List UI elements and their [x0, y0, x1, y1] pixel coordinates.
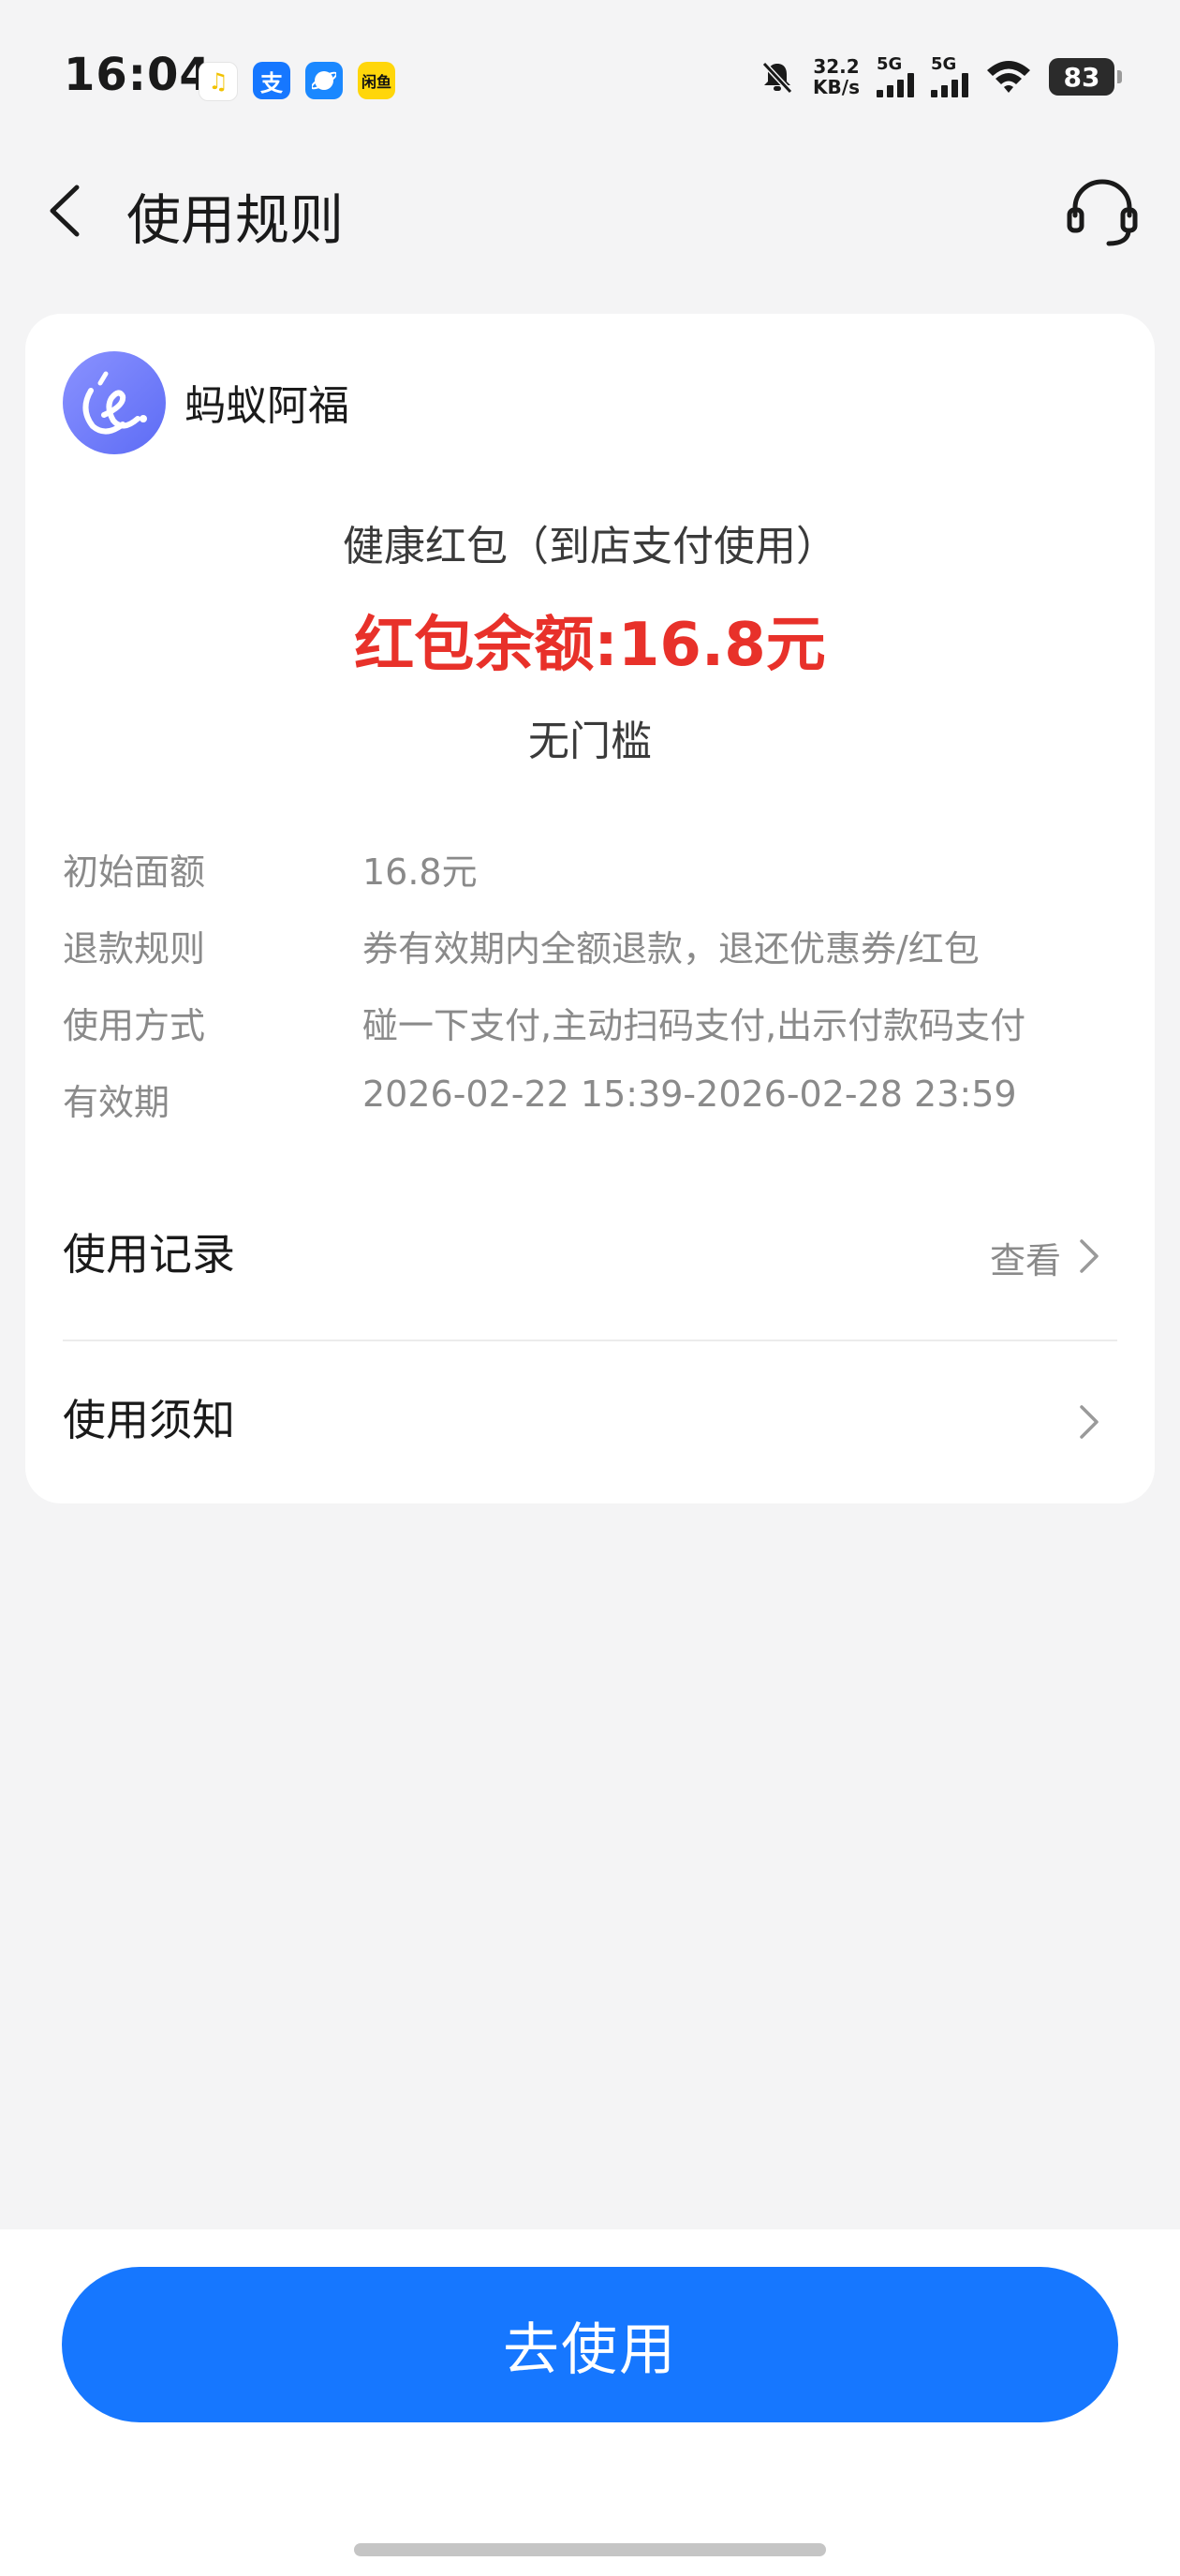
info-value: 碰一下支付,主动扫码支付,出示付款码支付 — [362, 1005, 1026, 1046]
use-now-button[interactable]: 去使用 — [62, 2267, 1118, 2422]
info-label: 退款规则 — [63, 928, 206, 970]
page-title: 使用规则 — [126, 188, 345, 252]
back-button[interactable] — [37, 178, 103, 244]
info-label: 使用方式 — [63, 1005, 206, 1046]
coupon-threshold: 无门槛 — [528, 718, 652, 765]
notification-app-icons: ♫ 支 闲鱼 — [199, 62, 395, 101]
info-row-refund-rule: 退款规则 券有效期内全额退款，退还优惠券/红包 — [63, 920, 1121, 976]
browser-icon — [305, 62, 343, 99]
bottom-action-bar: 去使用 — [0, 2229, 1180, 2576]
signal-bars-icon — [877, 73, 914, 97]
info-value: 2026-02-22 15:39-2026-02-28 23:59 — [362, 1073, 1017, 1115]
chevron-right-icon — [1080, 1239, 1099, 1273]
alipay-icon: 支 — [253, 62, 290, 99]
info-row-validity: 有效期 2026-02-22 15:39-2026-02-28 23:59 — [63, 1073, 1121, 1130]
info-value: 16.8元 — [362, 851, 478, 893]
nav-header: 使用规则 — [0, 159, 1180, 262]
yellow-app-icon: 闲鱼 — [358, 62, 395, 99]
brand-logo — [63, 351, 166, 454]
coupon-card: 蚂蚁阿福 健康红包（到店支付使用） 红包余额:16.8元 无门槛 初始面额 16… — [25, 314, 1155, 1503]
chevron-right-icon — [1080, 1405, 1099, 1439]
usage-record-label: 使用记录 — [63, 1229, 235, 1280]
status-bar: 16:04 ♫ 支 闲鱼 32.2 KB/s 5G 5G 83 — [0, 0, 1180, 159]
music-app-icon: ♫ — [199, 62, 238, 101]
headset-icon — [1067, 179, 1138, 246]
chevron-left-icon — [50, 185, 80, 237]
afu-logo-icon — [82, 371, 147, 435]
usage-record-row[interactable]: 使用记录 查看 — [63, 1194, 1117, 1307]
info-label: 初始面额 — [63, 851, 206, 893]
network-speed: 32.2 KB/s — [813, 55, 860, 98]
info-row-usage-method: 使用方式 碰一下支付,主动扫码支付,出示付款码支付 — [63, 997, 1121, 1053]
usage-notice-row[interactable]: 使用须知 — [63, 1360, 1117, 1473]
wifi-icon — [987, 61, 1030, 93]
battery-indicator: 83 — [1049, 58, 1122, 96]
brand-name: 蚂蚁阿福 — [184, 382, 349, 430]
info-value: 券有效期内全额退款，退还优惠券/红包 — [362, 928, 980, 970]
signal-1: 5G — [877, 56, 914, 97]
coupon-title: 健康红包（到店支付使用） — [343, 523, 837, 570]
info-label: 有效期 — [63, 1082, 170, 1123]
home-indicator[interactable] — [354, 2543, 826, 2556]
view-link[interactable]: 查看 — [990, 1232, 1061, 1283]
signal-2: 5G — [931, 56, 968, 97]
divider — [63, 1340, 1117, 1341]
usage-notice-label: 使用须知 — [63, 1395, 235, 1445]
customer-service-button[interactable] — [1062, 172, 1143, 253]
coupon-balance: 红包余额:16.8元 — [354, 611, 826, 680]
status-time: 16:04 — [64, 49, 212, 101]
status-indicators: 32.2 KB/s 5G 5G 83 — [759, 55, 1122, 98]
info-row-initial-amount: 初始面额 16.8元 — [63, 843, 1121, 899]
signal-bars-icon — [931, 73, 968, 97]
mute-bell-icon — [761, 61, 793, 95]
